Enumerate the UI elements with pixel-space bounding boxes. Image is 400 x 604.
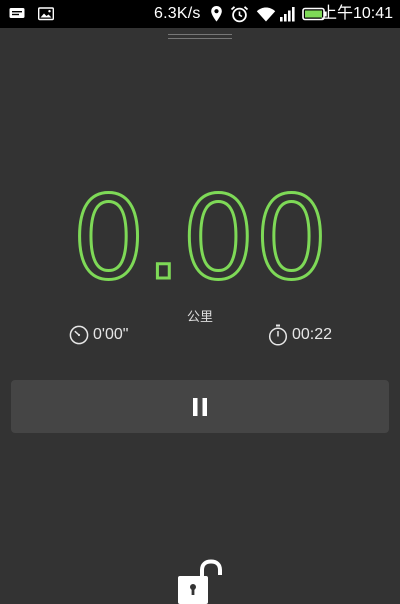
distance-value-text: 0.00 (72, 178, 328, 288)
drawer-handle-line[interactable] (168, 34, 232, 35)
stopwatch-icon (268, 324, 288, 346)
pace-gauge-icon (69, 325, 89, 345)
location-icon (211, 6, 222, 22)
elapsed-value: 00:22 (292, 326, 333, 343)
pace-value: 0'00" (93, 326, 129, 343)
status-time: 上午10:41 (320, 5, 393, 22)
pace-stat: 0'00" (69, 322, 128, 348)
status-bar: 6.3K/s 上午10:41 (0, 0, 400, 28)
unlock-icon[interactable] (176, 558, 224, 604)
wifi-icon (256, 7, 276, 22)
pause-button[interactable] (11, 380, 389, 433)
signal-icon (280, 7, 295, 22)
network-speed: 6.3K/s (154, 5, 201, 22)
distance-unit: 公里 (186, 310, 213, 325)
drawer-handle-line[interactable] (168, 38, 232, 39)
elapsed-stat: 00:22 (268, 322, 332, 348)
distance-value: 0.00 (70, 178, 329, 288)
gallery-notification-icon (38, 7, 54, 21)
alarm-icon (230, 6, 249, 23)
notification-icon (9, 8, 25, 18)
pause-icon (193, 397, 207, 416)
